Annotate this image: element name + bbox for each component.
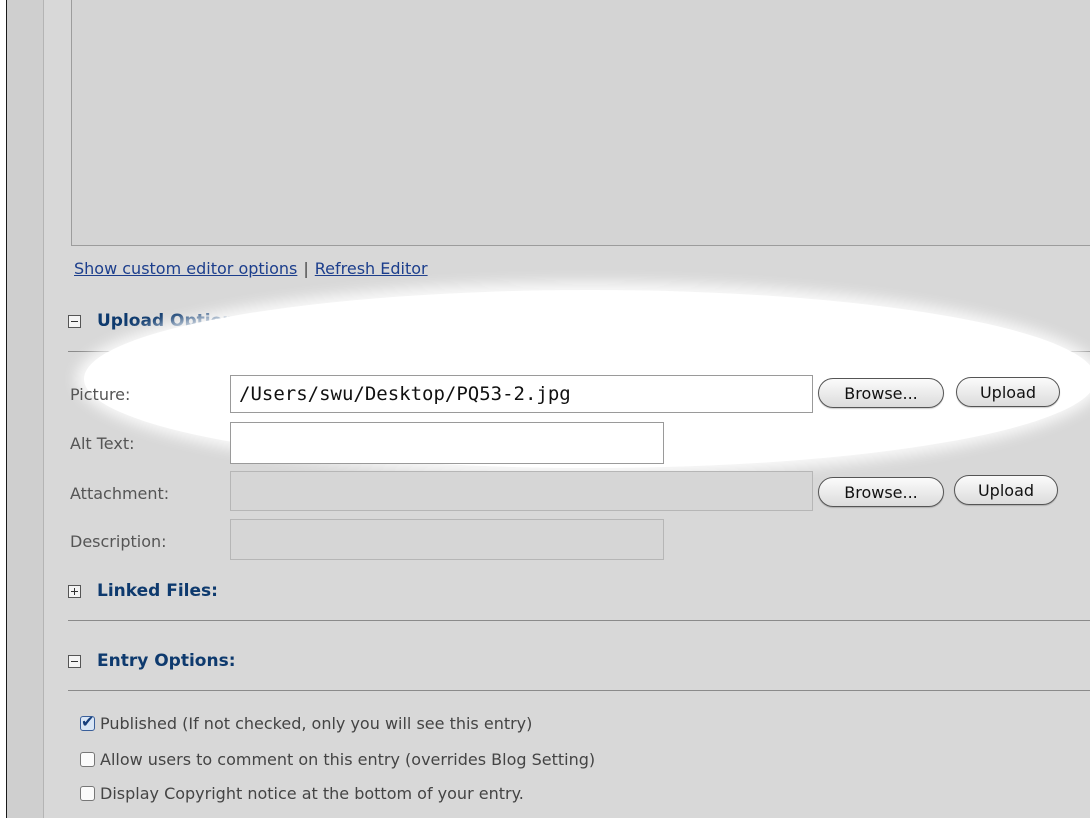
attachment-label: Attachment: xyxy=(70,484,170,503)
picture-browse-button[interactable]: Browse... xyxy=(818,378,944,408)
entry-options-title: Entry Options: xyxy=(97,651,236,671)
link-separator: | xyxy=(303,259,309,278)
copyright-label: Display Copyright notice at the bottom o… xyxy=(100,784,524,803)
picture-label: Picture: xyxy=(70,385,131,404)
alt-text-label: Alt Text: xyxy=(70,434,135,453)
published-checkbox[interactable] xyxy=(80,712,95,731)
picture-path-input[interactable] xyxy=(230,375,813,413)
left-sidebar xyxy=(7,0,44,818)
divider xyxy=(68,690,1090,691)
linked-files-header: Linked Files: xyxy=(68,581,218,601)
allow-comments-checkbox[interactable] xyxy=(80,752,95,767)
entry-options-header: Entry Options: xyxy=(68,651,236,671)
picture-upload-button[interactable]: Upload xyxy=(956,377,1060,407)
description-input[interactable] xyxy=(230,519,664,560)
collapse-icon[interactable] xyxy=(68,654,81,668)
copyright-checkbox[interactable] xyxy=(80,786,95,801)
copyright-option[interactable]: Display Copyright notice at the bottom o… xyxy=(80,784,524,803)
editor-links: Show custom editor options | Refresh Edito… xyxy=(74,259,428,278)
expand-icon[interactable] xyxy=(68,584,81,598)
rich-text-editor[interactable] xyxy=(71,0,1090,246)
attachment-upload-button[interactable]: Upload xyxy=(954,475,1058,505)
description-label: Description: xyxy=(70,532,167,551)
alt-text-input[interactable] xyxy=(230,422,664,464)
allow-comments-option[interactable]: Allow users to comment on this entry (ov… xyxy=(80,750,595,769)
allow-comments-label: Allow users to comment on this entry (ov… xyxy=(100,750,596,769)
linked-files-title: Linked Files: xyxy=(97,581,218,601)
show-custom-editor-options-link[interactable]: Show custom editor options xyxy=(74,259,297,278)
published-label: Published (If not checked, only you will… xyxy=(100,714,533,733)
published-option[interactable]: Published (If not checked, only you will… xyxy=(80,712,533,733)
collapse-icon[interactable] xyxy=(68,314,81,328)
attachment-input[interactable] xyxy=(230,471,813,511)
attachment-browse-button[interactable]: Browse... xyxy=(818,477,944,507)
refresh-editor-link[interactable]: Refresh Editor xyxy=(315,259,428,278)
divider xyxy=(68,620,1090,621)
